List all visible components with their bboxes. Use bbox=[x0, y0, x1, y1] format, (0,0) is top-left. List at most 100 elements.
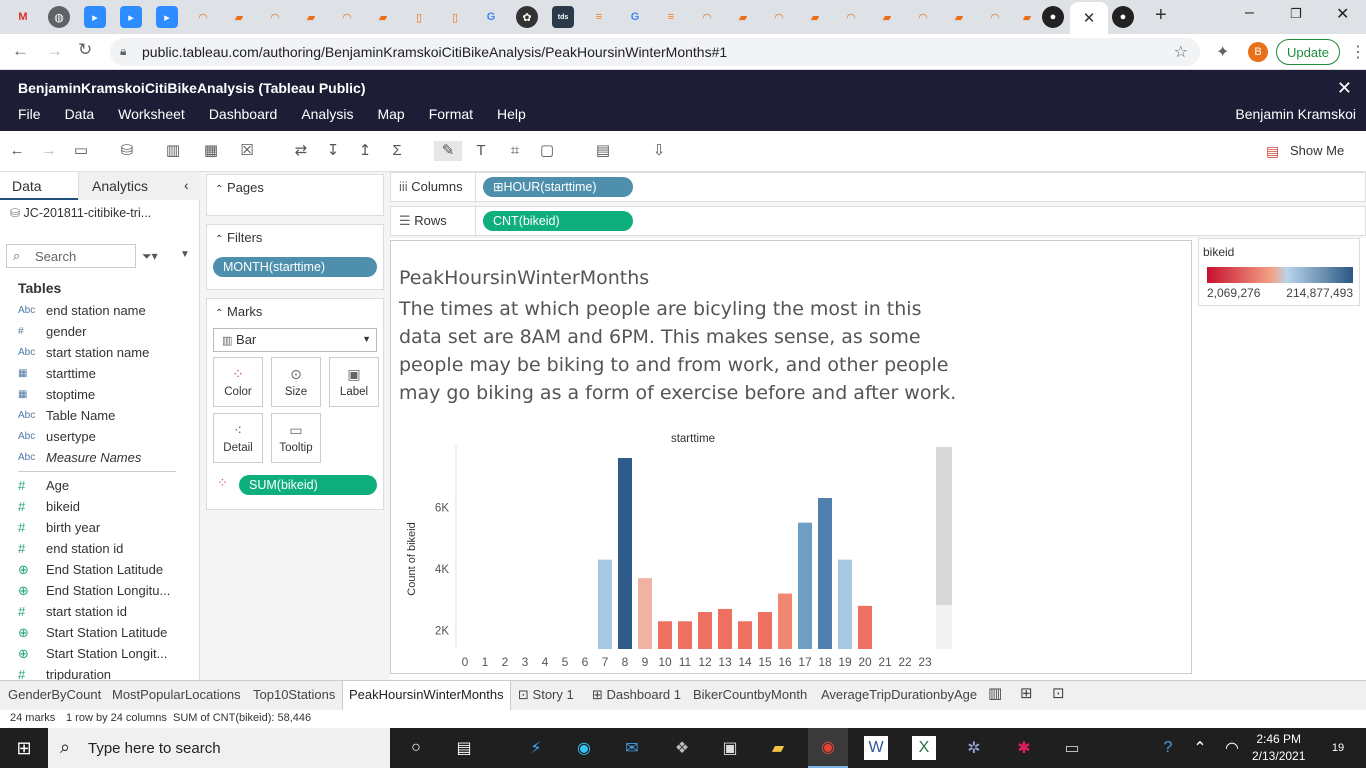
story-tab[interactable]: ⊡ Story 1 bbox=[518, 687, 574, 703]
rows-pill[interactable]: CNT(bikeid) bbox=[483, 211, 633, 231]
bar-hour-15[interactable] bbox=[758, 612, 772, 649]
update-button[interactable]: Update bbox=[1276, 39, 1340, 65]
field-item[interactable]: # birth year bbox=[18, 517, 100, 538]
menu-worksheet[interactable]: Worksheet bbox=[118, 106, 185, 122]
url-field[interactable]: 🔒︎ public.tableau.com/authoring/Benjamin… bbox=[110, 38, 1200, 66]
active-tab-close-button[interactable]: ✕ bbox=[1070, 2, 1108, 34]
field-item[interactable]: # gender bbox=[18, 321, 86, 342]
sheet-tab-bikercountbymonth[interactable]: BikerCountbyMonth bbox=[693, 687, 807, 702]
bar-hour-9[interactable] bbox=[638, 578, 652, 649]
stackoverflow-tab-icon[interactable]: ≡ bbox=[588, 6, 610, 28]
google-tab-icon[interactable]: G bbox=[624, 6, 646, 28]
chrome-icon[interactable]: ◉ bbox=[808, 728, 848, 768]
orange-arc-tab-icon[interactable]: ◠ bbox=[984, 6, 1006, 28]
duplicate-sheet-icon[interactable]: ▦ bbox=[200, 141, 222, 161]
snipping-icon[interactable]: ✲ bbox=[962, 736, 986, 760]
sheet-tab-genderbycount[interactable]: GenderByCount bbox=[8, 687, 101, 702]
color-button[interactable]: ⁘ Color bbox=[213, 357, 263, 407]
color-pill[interactable]: SUM(bikeid) bbox=[239, 475, 377, 495]
collapse-pane-icon[interactable]: ‹ bbox=[184, 177, 189, 193]
visual-studio-icon[interactable]: ⚡ bbox=[524, 736, 548, 760]
field-item[interactable]: # bikeid bbox=[18, 496, 80, 517]
taskbar-clock[interactable]: 2:46 PM 2/13/2021 bbox=[1252, 731, 1305, 765]
book-tab-icon[interactable]: ▰ bbox=[876, 6, 898, 28]
restore-icon[interactable]: ❐ bbox=[1290, 6, 1302, 22]
menu-analysis[interactable]: Analysis bbox=[301, 106, 353, 122]
zoom-tab-icon[interactable]: ▸ bbox=[120, 6, 142, 28]
bookmark-star-icon[interactable]: ☆ bbox=[1174, 42, 1188, 62]
store-icon[interactable]: ▣ bbox=[718, 736, 742, 760]
zoom-tab-icon[interactable]: ▸ bbox=[156, 6, 178, 28]
field-item[interactable]: # Age bbox=[18, 475, 69, 496]
highlight-icon[interactable]: ✎ bbox=[434, 141, 462, 161]
slack-icon[interactable]: ✱ bbox=[1012, 736, 1036, 760]
label-button[interactable]: ▣ Label bbox=[329, 357, 379, 407]
show-me-button[interactable]: Show Me bbox=[1290, 143, 1344, 158]
orange-arc-tab-icon[interactable]: ◠ bbox=[696, 6, 718, 28]
book-tab-icon[interactable]: ▰ bbox=[372, 6, 394, 28]
undo-icon[interactable]: ← bbox=[6, 141, 28, 161]
bar-hour-10[interactable] bbox=[658, 621, 672, 649]
sheet-tab-mostpopularlocations[interactable]: MostPopularLocations bbox=[112, 687, 241, 702]
bar-chart[interactable]: starttime Count of bikeid 0 1 2 3 4 5 6 7 8 9 10 11… bbox=[391, 421, 1191, 673]
github-tab-icon[interactable]: ● bbox=[1112, 6, 1134, 28]
taskbar-search-box[interactable]: ⌕ Type here to search bbox=[48, 728, 390, 768]
filters-card[interactable]: ⌃ Filters MONTH(starttime) bbox=[206, 224, 384, 290]
columns-pill[interactable]: ⊞HOUR(starttime) bbox=[483, 177, 633, 197]
openai-tab-icon[interactable]: ✿ bbox=[516, 6, 538, 28]
book-tab-icon[interactable]: ▰ bbox=[300, 6, 322, 28]
forward-arrow-icon[interactable]: → bbox=[46, 41, 63, 61]
dropbox-icon[interactable]: ❖ bbox=[670, 736, 694, 760]
new-worksheet-icon[interactable]: ▥ bbox=[988, 684, 1002, 702]
orange-arc-tab-icon[interactable]: ◠ bbox=[192, 6, 214, 28]
notifications-icon[interactable]: 19 bbox=[1326, 736, 1350, 760]
tds-tab-icon[interactable]: tds bbox=[552, 6, 574, 28]
bar-hour-16[interactable] bbox=[778, 593, 792, 649]
tab-data[interactable]: Data bbox=[12, 178, 42, 194]
zoom-tab-icon[interactable]: ▸ bbox=[84, 6, 106, 28]
field-item[interactable]: ⊕ End Station Latitude bbox=[18, 559, 163, 580]
clear-sheet-icon[interactable]: ☒ bbox=[236, 141, 258, 161]
task-view-icon[interactable]: ▤ bbox=[452, 736, 476, 760]
github-tab-icon[interactable]: ● bbox=[1042, 6, 1064, 28]
new-story-icon[interactable]: ⊡ bbox=[1052, 684, 1065, 702]
mark-type-dropdown[interactable]: ▥ Bar ▼ bbox=[213, 328, 377, 352]
totals-icon[interactable]: Σ bbox=[386, 141, 408, 161]
field-item[interactable]: Abc end station name bbox=[18, 300, 146, 321]
datasource-name[interactable]: ⛁ JC-201811-citibike-tri... bbox=[10, 206, 151, 220]
field-item[interactable]: ▦ starttime bbox=[18, 363, 96, 384]
menu-format[interactable]: Format bbox=[429, 106, 473, 122]
redo-icon[interactable]: → bbox=[38, 141, 60, 161]
windows-start-icon[interactable]: ⊞ bbox=[12, 736, 36, 760]
bar-hour-7[interactable] bbox=[598, 559, 612, 649]
show-me-icon[interactable]: ▤ bbox=[1266, 143, 1279, 160]
tab-analytics[interactable]: Analytics bbox=[92, 178, 148, 194]
new-worksheet-icon[interactable]: ▥ bbox=[162, 141, 184, 161]
sheet-tab-averagetripduration[interactable]: AverageTripDurationbyAge bbox=[821, 687, 977, 702]
field-item[interactable]: Abc usertype bbox=[18, 426, 96, 447]
pane-menu-chevron-icon[interactable]: ▼ bbox=[180, 249, 190, 260]
text-label-icon[interactable]: T bbox=[470, 141, 492, 161]
excel-icon[interactable]: X bbox=[912, 736, 936, 760]
bar-hour-8[interactable] bbox=[618, 458, 632, 649]
field-item[interactable]: Abc start station name bbox=[18, 342, 149, 363]
window-close-icon[interactable]: ✕ bbox=[1336, 4, 1349, 24]
user-name[interactable]: Benjamin Kramskoi bbox=[1235, 106, 1356, 122]
bar-hour-17[interactable] bbox=[798, 522, 812, 649]
fit-icon[interactable]: ▢ bbox=[536, 141, 558, 161]
size-button[interactable]: ⊙ Size bbox=[271, 357, 321, 407]
menu-file[interactable]: File bbox=[18, 106, 41, 122]
detail-button[interactable]: ⁖ Detail bbox=[213, 413, 263, 463]
menu-dashboard[interactable]: Dashboard bbox=[209, 106, 278, 122]
mail-icon[interactable]: ✉ bbox=[620, 736, 644, 760]
bar-hour-18[interactable] bbox=[818, 498, 832, 649]
menu-help[interactable]: Help bbox=[497, 106, 526, 122]
swap-icon[interactable]: ⇄ bbox=[290, 141, 312, 161]
orange-arc-tab-icon[interactable]: ◠ bbox=[336, 6, 358, 28]
field-item[interactable]: ⊕ Start Station Latitude bbox=[18, 622, 167, 643]
download-icon[interactable]: ⇩ bbox=[648, 141, 670, 161]
close-authoring-icon[interactable]: ✕ bbox=[1337, 78, 1352, 99]
rows-shelf[interactable]: ☰ Rows CNT(bikeid) bbox=[390, 206, 1366, 237]
new-dashboard-icon[interactable]: ⊞ bbox=[1020, 684, 1033, 702]
word-icon[interactable]: W bbox=[864, 736, 888, 760]
